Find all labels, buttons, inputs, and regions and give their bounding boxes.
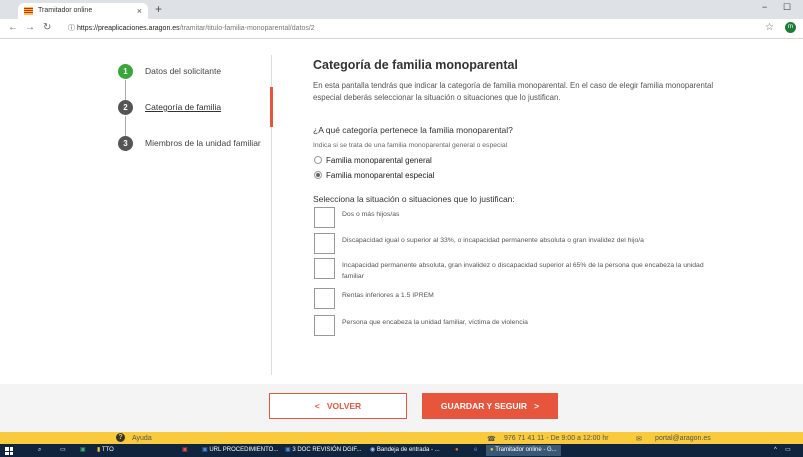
back-button-label: VOLVER <box>326 401 362 411</box>
save-continue-label: GUARDAR Y SEGUIR <box>440 401 528 411</box>
step-label: Miembros de la unidad familiar <box>145 138 261 148</box>
step-number: 3 <box>118 136 133 151</box>
step-miembros-unidad[interactable]: 3 Miembros de la unidad familiar <box>118 136 288 152</box>
radio-label: Familia monoparental general <box>326 156 432 165</box>
phone-text: 976 71 41 11 - De 9:00 a 12:00 hr <box>504 435 609 442</box>
tray-network-icon[interactable]: ▭ <box>785 446 791 455</box>
radio-label: Familia monoparental especial <box>326 171 435 180</box>
step-label: Datos del solicitante <box>145 66 222 76</box>
chevron-left-icon: < <box>314 401 320 411</box>
radio-familia-general[interactable]: Familia monoparental general <box>314 156 432 166</box>
taskbar-item-doc[interactable]: ▣ 3 DOC REVISIÓN DGIF... <box>283 446 363 455</box>
checkbox[interactable] <box>314 258 335 279</box>
browser-tab[interactable]: Tramitador online × <box>18 3 148 19</box>
new-tab-button[interactable]: + <box>155 2 162 16</box>
checkbox[interactable] <box>314 315 335 336</box>
help-link[interactable]: Ayuda <box>132 435 152 442</box>
task-view-icon[interactable]: ▭ <box>60 446 66 455</box>
checkbox[interactable] <box>314 207 335 228</box>
step-label: Categoría de familia <box>145 102 222 112</box>
intro-text: En esta pantalla tendrás que indicar la … <box>313 81 714 102</box>
save-continue-button[interactable]: GUARDAR Y SEGUIR > <box>422 393 558 419</box>
checkbox-label: Dos o más hijos/as <box>342 211 400 218</box>
help-icon[interactable]: ? <box>116 433 125 442</box>
back-button[interactable]: < VOLVER <box>269 393 407 419</box>
profile-avatar[interactable]: m <box>785 22 796 33</box>
checkbox-label: Rentas inferiores a 1.5 IPREM <box>342 292 434 299</box>
checkbox[interactable] <box>314 288 335 309</box>
address-bar[interactable]: ⓘ https://preaplicaciones.aragon.es/tram… <box>68 21 768 36</box>
step-number: 1 <box>118 64 133 79</box>
checkbox-label: Discapacidad igual o superior al 33%, o … <box>342 237 644 244</box>
taskbar-item-mail[interactable]: ◉ Bandeja de entrada - ... <box>368 446 442 455</box>
step-datos-solicitante[interactable]: 1 Datos del solicitante <box>118 64 288 80</box>
active-step-marker <box>270 87 273 127</box>
taskbar-label: Bandeja de entrada - ... <box>376 447 440 453</box>
category-hint: Indica si se trata de una familia monopa… <box>313 142 508 149</box>
windows-start-icon[interactable] <box>5 447 13 455</box>
checkbox-label: Persona que encabeza la unidad familiar,… <box>342 319 528 326</box>
url-path: /tramitar/titulo-familia-monoparental/da… <box>179 25 315 32</box>
radio-circle-selected[interactable] <box>314 171 322 179</box>
forward-arrow-icon[interactable]: → <box>25 22 35 33</box>
radio-familia-especial[interactable]: Familia monoparental especial <box>314 171 435 181</box>
tab-strip: Tramitador online × + − ☐ <box>0 0 803 19</box>
email-link[interactable]: portal@aragon.es <box>655 435 711 442</box>
maximize-button[interactable]: ☐ <box>783 2 791 13</box>
browser-toolbar: ← → ↻ ⓘ https://preaplicaciones.aragon.e… <box>0 19 803 39</box>
firefox-icon[interactable]: ● <box>455 446 459 455</box>
excel-icon[interactable]: ▣ <box>80 446 86 455</box>
taskbar-item-tto[interactable]: ▮ TTO <box>95 446 116 455</box>
minimize-button[interactable]: − <box>762 2 767 12</box>
url-host: https://preaplicaciones.aragon.es <box>76 25 180 32</box>
reload-icon[interactable]: ↻ <box>43 22 51 33</box>
info-icon[interactable]: ⓘ <box>68 25 75 32</box>
step-connector <box>125 80 126 102</box>
aragon-flag-icon <box>24 7 33 15</box>
situations-question: Selecciona la situación o situaciones qu… <box>313 194 515 204</box>
page-title: Categoría de familia monoparental <box>313 58 518 72</box>
search-icon[interactable]: ⌕ <box>38 446 41 455</box>
ie-icon[interactable]: e <box>474 446 477 455</box>
tab-close-icon[interactable]: × <box>137 3 142 19</box>
tab-title: Tramitador online <box>38 7 93 14</box>
category-question: ¿A qué categoría pertenece la familia mo… <box>313 125 513 135</box>
pdf-icon[interactable]: ▣ <box>182 446 188 455</box>
step-connector <box>125 116 126 138</box>
mail-icon: ✉ <box>636 436 642 443</box>
taskbar-label: URL PROCEDIMIENTO... <box>209 447 279 453</box>
chevron-right-icon: > <box>534 401 540 411</box>
taskbar-label: TTO <box>101 447 114 453</box>
bookmark-star-icon[interactable]: ☆ <box>765 22 774 33</box>
radio-circle[interactable] <box>314 156 322 164</box>
back-arrow-icon[interactable]: ← <box>8 22 18 33</box>
checkbox-label: Incapacidad permanente absoluta, gran in… <box>342 262 704 280</box>
taskbar-label: 3 DOC REVISIÓN DGIF... <box>292 447 362 453</box>
tray-chevron-icon[interactable]: ^ <box>774 446 777 455</box>
taskbar-item-url[interactable]: ▣ URL PROCEDIMIENTO... <box>200 446 280 455</box>
step-number: 2 <box>118 100 133 115</box>
phone-icon: ☎ <box>487 436 496 443</box>
checkbox[interactable] <box>314 233 335 254</box>
step-categoria-familia[interactable]: 2 Categoría de familia <box>118 100 288 116</box>
taskbar-label: Tramitador online - G... <box>495 447 557 453</box>
os-taskbar: ⌕ ▭ ▣ ▮ TTO ▣ ▣ URL PROCEDIMIENTO... ▣ 3… <box>0 444 803 457</box>
taskbar-item-tramitador[interactable]: ● Tramitador online - G... <box>486 445 561 456</box>
contact-bar: ? Ayuda ☎ 976 71 41 11 - De 9:00 a 12:00… <box>0 432 803 444</box>
